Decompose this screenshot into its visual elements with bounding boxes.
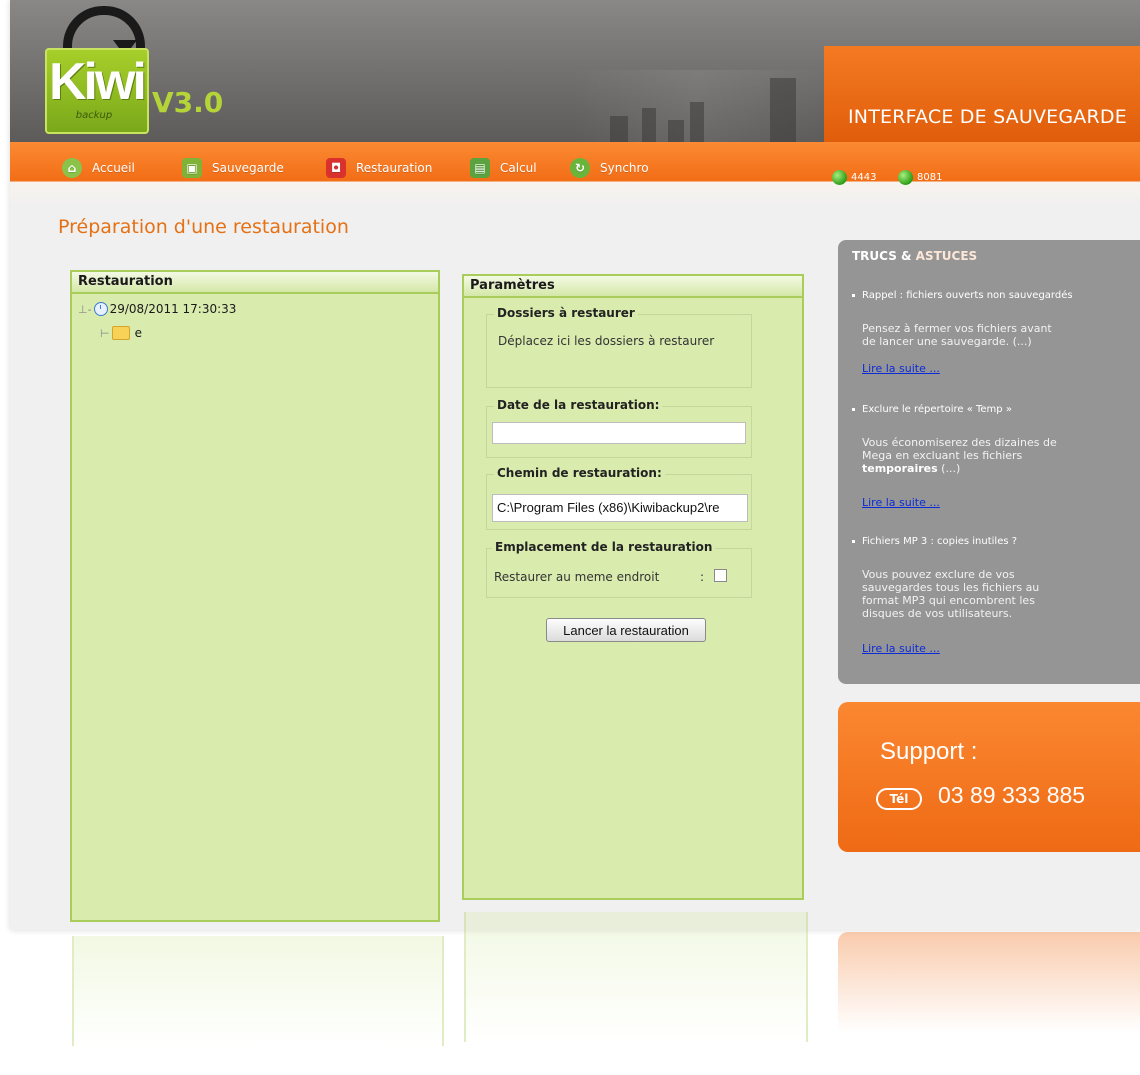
app-title-box: INTERFACE DE SAUVEGARDE — [824, 46, 1140, 142]
backup-icon: ▣ — [182, 158, 202, 178]
start-restore-button[interactable]: Lancer la restauration — [546, 618, 706, 642]
status-dot-icon — [898, 170, 913, 185]
sync-icon: ↻ — [570, 158, 590, 178]
header-skyline — [570, 70, 825, 142]
page-title: Préparation d'une restauration — [58, 216, 349, 238]
same-location-label: Restaurer au meme endroit — [494, 570, 660, 584]
nav-label: Sauvegarde — [212, 161, 284, 175]
app-window: Kiwi backup V3.0 INTERFACE DE SAUVEGARDE… — [10, 0, 1140, 930]
parameters-panel-title: Paramètres — [464, 276, 802, 298]
tip-read-more-link[interactable]: Lire la suite ... — [862, 496, 940, 509]
status-port-8081: 8081 — [898, 170, 942, 185]
tree-node-folder-e[interactable]: ⊢ e — [100, 326, 142, 340]
tip-body: Pensez à fermer vos fichiers avant de la… — [862, 322, 1052, 348]
tree-branch-icon: ⊢ — [100, 326, 110, 340]
bullet-icon — [852, 408, 855, 411]
support-phone: 03 89 333 885 — [938, 782, 1086, 808]
restore-tree-panel: Restauration ⊥- 29/08/2011 17:30:33 ⊢ e — [70, 270, 440, 922]
header-banner: Kiwi backup V3.0 INTERFACE DE SAUVEGARDE — [10, 0, 1140, 142]
nav-label: Synchro — [600, 161, 649, 175]
date-input[interactable] — [492, 422, 746, 444]
bullet-icon — [852, 294, 855, 297]
same-location-separator: : — [700, 570, 705, 584]
status-label: 4443 — [851, 172, 877, 183]
folder-icon — [111, 326, 130, 340]
tip-heading-text: Exclure le répertoire « Temp » — [862, 404, 1012, 415]
clock-icon — [93, 302, 108, 316]
folders-group — [486, 314, 752, 388]
tip-heading-text: Fichiers MP 3 : copies inutiles ? — [862, 536, 1018, 547]
restore-path-input[interactable]: C:\Program Files (x86)\Kiwibackup2\re — [492, 494, 748, 522]
logo-subtext: backup — [75, 110, 113, 121]
tree-node-snapshot[interactable]: ⊥- 29/08/2011 17:30:33 — [78, 302, 236, 316]
reflection-tree-panel — [72, 936, 444, 1046]
tree-node-label: 29/08/2011 17:30:33 — [109, 302, 237, 316]
parameters-panel: Paramètres Dossiers à restaurer Déplacez… — [462, 274, 804, 900]
support-label: Support : — [880, 738, 978, 765]
nav-label: Calcul — [500, 161, 537, 175]
nav-label: Restauration — [356, 161, 433, 175]
phone-icon: Tél — [876, 788, 922, 810]
version-label: V3.0 — [152, 86, 224, 119]
support-box: Support : Tél 03 89 333 885 — [838, 702, 1140, 852]
tips-title-part1: TRUCS & — [852, 249, 912, 263]
tip-body: Vous économiserez des dizaines de Mega e… — [862, 436, 1062, 475]
restore-panel-title: Restauration — [72, 272, 438, 294]
tip-heading: Exclure le répertoire « Temp » — [852, 404, 1012, 415]
path-group-label: Chemin de restauration: — [494, 466, 665, 480]
tip-read-more-link[interactable]: Lire la suite ... — [862, 362, 940, 375]
nav-item-synchro[interactable]: ↻ Synchro — [570, 156, 649, 180]
location-group-label: Emplacement de la restauration — [492, 540, 716, 554]
calculator-icon: ▤ — [470, 158, 490, 178]
tips-panel: TRUCS & ASTUCES Rappel : fichiers ouvert… — [838, 240, 1140, 684]
folders-group-label: Dossiers à restaurer — [494, 306, 638, 320]
bullet-icon — [852, 540, 855, 543]
tip-heading-text: Rappel : fichiers ouverts non sauvegardé… — [862, 290, 1073, 301]
same-location-checkbox[interactable] — [714, 569, 727, 582]
nav-item-calcul[interactable]: ▤ Calcul — [470, 156, 537, 180]
tree-node-label: e — [134, 326, 142, 340]
nav-item-restauration[interactable]: ◘ Restauration — [326, 156, 432, 180]
tree-expander-icon[interactable]: ⊥- — [78, 303, 92, 316]
tip-body: Vous pouvez exclure de vos sauvegardes t… — [862, 568, 1040, 620]
tips-title: TRUCS & ASTUCES — [852, 249, 977, 263]
restore-icon: ◘ — [326, 158, 346, 178]
tip-heading: Rappel : fichiers ouverts non sauvegardé… — [852, 290, 1073, 301]
reflection-support-box — [838, 932, 1140, 1032]
tip-body-tail: (...) — [937, 462, 961, 475]
main-nav: ⌂ Accueil ▣ Sauvegarde ◘ Restauration ▤ … — [10, 142, 1140, 208]
tip-body-bold: temporaires — [862, 462, 938, 475]
home-icon: ⌂ — [62, 158, 82, 178]
tip-read-more-link[interactable]: Lire la suite ... — [862, 642, 940, 655]
date-group-label: Date de la restauration: — [494, 398, 663, 412]
tips-title-part2: ASTUCES — [915, 249, 978, 263]
nav-label: Accueil — [92, 161, 135, 175]
folders-drop-zone[interactable]: Déplacez ici les dossiers à restaurer — [498, 334, 714, 348]
tip-body-text: Vous économiserez des dizaines de Mega e… — [862, 436, 1057, 462]
status-port-4443: 4443 — [832, 170, 876, 185]
app-title: INTERFACE DE SAUVEGARDE — [848, 106, 1127, 128]
reflection-parameters-panel — [464, 912, 808, 1042]
status-label: 8081 — [917, 172, 943, 183]
logo-text: Kiwi — [49, 53, 147, 111]
tip-heading: Fichiers MP 3 : copies inutiles ? — [852, 536, 1017, 547]
nav-item-sauvegarde[interactable]: ▣ Sauvegarde — [182, 156, 284, 180]
nav-item-accueil[interactable]: ⌂ Accueil — [62, 156, 135, 180]
status-dot-icon — [832, 170, 847, 185]
